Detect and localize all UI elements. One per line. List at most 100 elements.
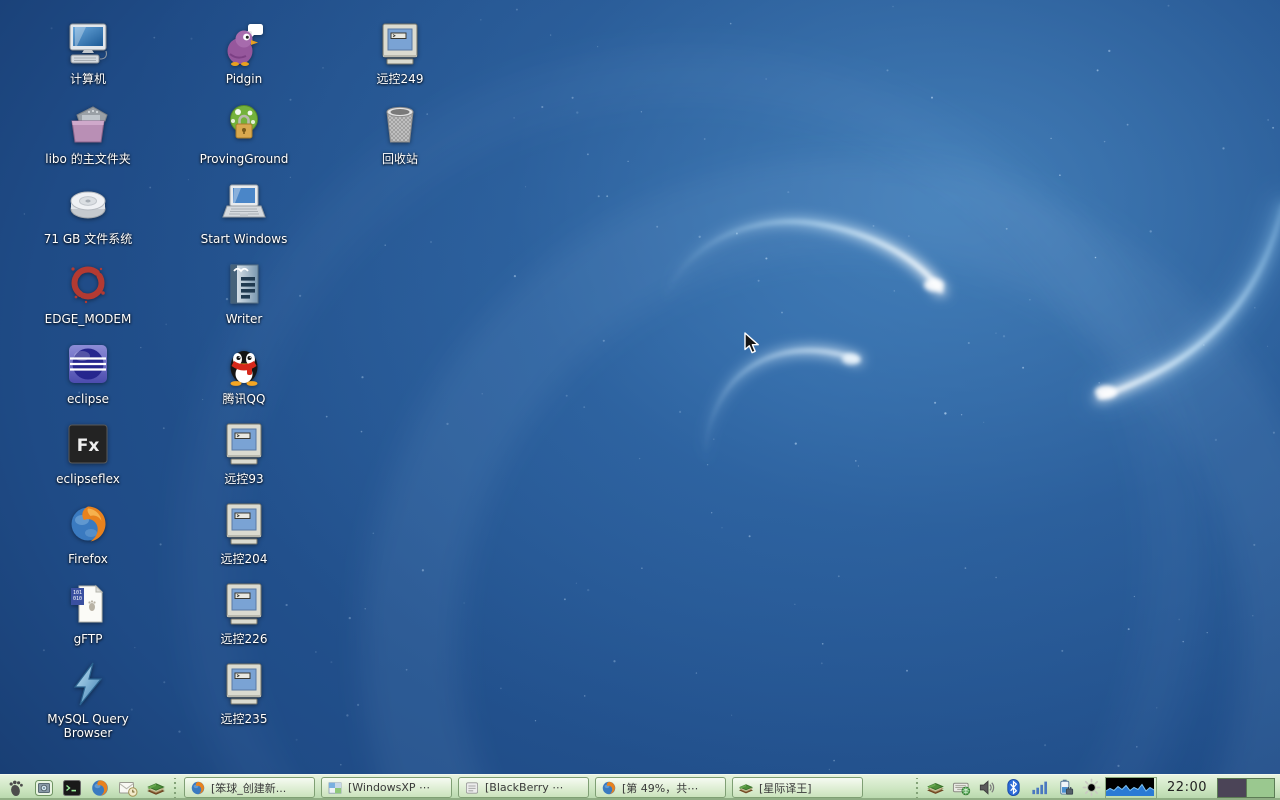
panel-launchers: [3, 776, 168, 800]
tray-bluetooth[interactable]: [1002, 777, 1024, 799]
edge-modem-icon: [64, 260, 112, 308]
window-windowsxp-taskbar-button[interactable]: [WindowsXP ⋯: [321, 777, 452, 798]
eclipse-icon: [64, 340, 112, 388]
desktop-icon-provingground[interactable]: ProvingGround: [172, 100, 316, 166]
desktop-icon-edge-modem[interactable]: EDGE_MODEM: [16, 260, 160, 326]
desktop-icon-start-windows[interactable]: Start Windows: [172, 180, 316, 246]
desktop-icon-label: libo 的主文件夹: [45, 152, 131, 166]
desktop-icon-writer[interactable]: Writer: [172, 260, 316, 326]
launcher-firefox-launcher[interactable]: [87, 776, 112, 800]
mysql-query-browser-icon: [64, 660, 112, 708]
desktop-icon-tencent-qq[interactable]: 腾讯QQ: [172, 340, 316, 406]
volume-icon: [978, 778, 997, 797]
tray-input-method[interactable]: [950, 777, 972, 799]
system-monitor-applet[interactable]: [1105, 776, 1158, 799]
desktop-icon-label: 远控93: [224, 472, 264, 486]
desktop-icon-label: gFTP: [73, 632, 103, 646]
desktop-icon-home-folder[interactable]: libo 的主文件夹: [16, 100, 160, 166]
desktop-icon-label: 计算机: [69, 72, 106, 86]
window-stardict-taskbar-button[interactable]: [星际译王]: [732, 777, 863, 798]
desktop-icon-label: EDGE_MODEM: [44, 312, 132, 326]
launcher-terminal[interactable]: [59, 776, 84, 800]
desktop-icon-pidgin[interactable]: Pidgin: [172, 20, 316, 86]
desktop-icon-label: 腾讯QQ: [222, 392, 266, 406]
desktop-icon-recycle-bin[interactable]: 回收站: [328, 100, 472, 166]
remote-226-icon: [220, 580, 268, 628]
pidgin-icon: [220, 20, 268, 68]
remote-93-icon: [220, 420, 268, 468]
desktop-icon-remote-226[interactable]: 远控226: [172, 580, 316, 646]
brightness-icon: [1082, 778, 1101, 797]
remote-249-icon: [376, 20, 424, 68]
desktop-icon-mysql-query-browser[interactable]: MySQL Query Browser: [16, 660, 160, 741]
window-benqiu-taskbar-button[interactable]: [笨球_创建新...: [184, 777, 315, 798]
tray-volume[interactable]: [976, 777, 998, 799]
tray-stardict-tray[interactable]: [924, 777, 946, 799]
provingground-icon: [220, 100, 268, 148]
tencent-qq-icon: [220, 340, 268, 388]
gnome-main-menu-icon: [6, 778, 26, 798]
workspace-2[interactable]: [1245, 778, 1275, 797]
desktop-icon-label: 远控235: [220, 712, 268, 726]
bluetooth-icon: [1004, 778, 1023, 797]
desktop-icon-label: Pidgin: [225, 72, 263, 86]
firefox-launcher-icon: [90, 778, 110, 798]
clock[interactable]: 22:00: [1160, 780, 1214, 795]
desktop-icon-label: 回收站: [381, 152, 418, 166]
input-method-icon: [952, 778, 971, 797]
desktop-icon-grid: 计算机 libo 的主文件夹 71 GB 文件系统 EDGE_MODEMeclipse…: [0, 0, 1280, 774]
svg-text:010: 010: [73, 596, 82, 602]
window-blackberry-taskbar-button[interactable]: [BlackBerry ⋯: [458, 777, 589, 798]
remote-235-icon: [220, 660, 268, 708]
recycle-bin-icon: [376, 100, 424, 148]
tray-battery[interactable]: [1054, 777, 1076, 799]
tray-brightness[interactable]: [1080, 777, 1102, 799]
window-windowsxp-icon: [327, 780, 343, 796]
desktop-icon-firefox[interactable]: Firefox: [16, 500, 160, 566]
desktop-icon-filesystem-71gb[interactable]: 71 GB 文件系统: [16, 180, 160, 246]
desktop-icon-gftp[interactable]: 101 010 gFTP: [16, 580, 160, 646]
remote-204-icon: [220, 500, 268, 548]
launcher-stardict-dictionary[interactable]: [143, 776, 168, 800]
desktop-icon-label: 远控226: [220, 632, 268, 646]
launcher-evolution-mail[interactable]: [115, 776, 140, 800]
desktop-icon-computer[interactable]: 计算机: [16, 20, 160, 86]
desktop-icon-eclipse[interactable]: eclipse: [16, 340, 160, 406]
desktop-icon-remote-249[interactable]: 远控249: [328, 20, 472, 86]
taskbar-button-label: [笨球_创建新...: [211, 781, 287, 795]
taskbar-button-label: [星际译王]: [759, 781, 812, 795]
desktop-icon-eclipseflex[interactable]: Fx eclipseflex: [16, 420, 160, 486]
screenshot-tool-icon: [34, 778, 54, 798]
firefox-icon: [64, 500, 112, 548]
desktop-icon-remote-235[interactable]: 远控235: [172, 660, 316, 726]
taskbar-button-label: [第 49%，共⋯: [622, 781, 699, 795]
home-folder-icon: [64, 100, 112, 148]
window-download-taskbar-button[interactable]: [第 49%，共⋯: [595, 777, 726, 798]
bottom-panel: [笨球_创建新... [WindowsXP ⋯ [BlackBerry ⋯ [第 49…: [0, 774, 1280, 800]
tray-drag-handle[interactable]: [913, 777, 922, 798]
launcher-screenshot-tool[interactable]: [31, 776, 56, 800]
computer-icon: [64, 20, 112, 68]
desktop-icon-remote-93[interactable]: 远控93: [172, 420, 316, 486]
desktop-icon-label: 远控249: [376, 72, 424, 86]
window-benqiu-icon: [190, 780, 206, 796]
desktop-icon-label: Start Windows: [200, 232, 288, 246]
tray-network-signal[interactable]: [1028, 777, 1050, 799]
stardict-tray-icon: [926, 778, 945, 797]
workspace-switcher: [1217, 777, 1275, 798]
workspace-1[interactable]: [1218, 778, 1246, 797]
terminal-icon: [62, 778, 82, 798]
stardict-dictionary-icon: [146, 778, 166, 798]
writer-icon: [220, 260, 268, 308]
panel-drag-handle[interactable]: [171, 777, 179, 798]
launcher-gnome-main-menu[interactable]: [3, 776, 28, 800]
desktop-icon-remote-204[interactable]: 远控204: [172, 500, 316, 566]
window-list: [笨球_创建新... [WindowsXP ⋯ [BlackBerry ⋯ [第 49…: [184, 777, 863, 798]
desktop-icon-label: 远控204: [220, 552, 268, 566]
window-download-icon: [601, 780, 617, 796]
taskbar-button-label: [BlackBerry ⋯: [485, 781, 564, 794]
notification-tray: [924, 777, 1102, 799]
desktop-icon-label: ProvingGround: [199, 152, 289, 166]
svg-text:Fx: Fx: [77, 436, 100, 456]
evolution-mail-icon: [118, 778, 138, 798]
